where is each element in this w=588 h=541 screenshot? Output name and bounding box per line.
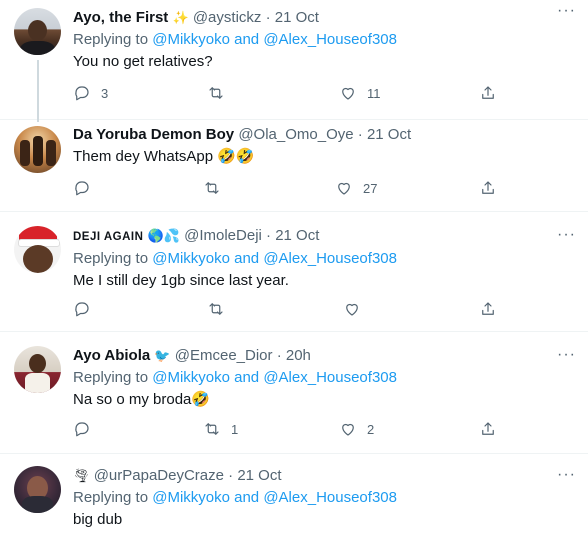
- handle[interactable]: @Ola_Omo_Oye: [238, 126, 353, 143]
- separator: ·: [357, 126, 363, 143]
- replying-to: Replying to @Mikkyoko and @Alex_Houseof3…: [73, 488, 574, 508]
- reply-count: 3: [101, 85, 109, 101]
- avatar[interactable]: [14, 126, 61, 173]
- more-options-icon[interactable]: ···: [557, 346, 576, 364]
- like-button[interactable]: 11: [339, 84, 381, 102]
- share-icon: [482, 181, 494, 194]
- replying-prefix: Replying to: [73, 250, 149, 267]
- separator: ·: [276, 347, 282, 364]
- avatar[interactable]: [14, 346, 61, 393]
- reply-button[interactable]: [73, 300, 91, 318]
- retweet-button[interactable]: 1: [203, 420, 238, 438]
- replying-to: Replying to @Mikkyoko and @Alex_Houseof3…: [73, 368, 574, 388]
- retweet-button[interactable]: [207, 300, 225, 318]
- more-options-icon[interactable]: ···: [557, 226, 576, 244]
- action-bar: 1 2: [73, 420, 503, 442]
- tornado-emoji: 🌪: [73, 468, 90, 483]
- mention-link[interactable]: @Mikkyoko and @Alex_Houseof308: [152, 369, 397, 386]
- tweet-text: You no get relatives?: [73, 53, 213, 70]
- replying-prefix: Replying to: [73, 489, 149, 506]
- mention-link[interactable]: @Mikkyoko and @Alex_Houseof308: [152, 31, 397, 48]
- timestamp[interactable]: 21 Oct: [275, 9, 319, 26]
- avatar[interactable]: [14, 226, 61, 273]
- action-bar: 27: [73, 179, 503, 201]
- retweet-icon: [205, 182, 219, 194]
- display-name[interactable]: Ayo Abiola: [73, 347, 150, 364]
- reply-icon: [75, 86, 89, 101]
- tweet-text: Me I still dey 1gb since last year.: [73, 272, 289, 289]
- display-name[interactable]: Ayo, the First: [73, 9, 168, 26]
- tweet[interactable]: Ayo, the First ✨ @aystickz · 21 Oct Repl…: [0, 0, 588, 122]
- share-button[interactable]: [479, 84, 497, 102]
- mention-link[interactable]: @Mikkyoko and @Alex_Houseof308: [152, 250, 397, 267]
- display-name[interactable]: DEJI AGAIN: [73, 231, 143, 243]
- retweet-icon: [209, 303, 223, 315]
- tweet[interactable]: 🌪 @urPapaDeyCraze · 21 Oct Replying to @…: [0, 454, 588, 541]
- sparkles-emoji: ✨: [172, 10, 189, 25]
- avatar[interactable]: [14, 466, 61, 513]
- heart-icon: [342, 87, 354, 100]
- avatar[interactable]: [14, 8, 61, 55]
- separator: ·: [266, 227, 272, 244]
- like-count: 11: [367, 85, 381, 101]
- timestamp[interactable]: 20h: [286, 347, 311, 364]
- like-count: 27: [363, 180, 378, 196]
- handle[interactable]: @Emcee_Dior: [175, 347, 273, 364]
- retweet-button[interactable]: [207, 84, 235, 102]
- reply-icon: [75, 181, 89, 196]
- timestamp[interactable]: 21 Oct: [367, 126, 411, 143]
- retweet-icon: [205, 423, 219, 435]
- share-button[interactable]: [479, 179, 497, 197]
- retweet-icon: [209, 87, 223, 99]
- replying-prefix: Replying to: [73, 369, 149, 386]
- heart-icon: [338, 182, 350, 195]
- handle[interactable]: @urPapaDeyCraze: [94, 467, 224, 484]
- display-name[interactable]: Da Yoruba Demon Boy: [73, 126, 234, 143]
- thread-line: [37, 60, 39, 122]
- heart-icon: [346, 303, 358, 316]
- tweet[interactable]: Ayo Abiola 🐦 @Emcee_Dior · 20h Replying …: [0, 332, 588, 454]
- replying-to: Replying to @Mikkyoko and @Alex_Houseof3…: [73, 30, 574, 50]
- bird-emoji: 🐦: [154, 348, 171, 363]
- like-button[interactable]: 27: [335, 179, 377, 197]
- replying-to: Replying to @Mikkyoko and @Alex_Houseof3…: [73, 249, 574, 269]
- globe-droplets-emoji: 🌎💦: [147, 228, 180, 243]
- like-count: 2: [367, 421, 375, 437]
- more-options-icon[interactable]: ···: [557, 466, 576, 484]
- share-button[interactable]: [479, 300, 497, 318]
- tweet-text: Na so o my broda🤣: [73, 391, 211, 408]
- reply-button[interactable]: [73, 179, 101, 197]
- share-icon: [482, 302, 494, 315]
- reply-button[interactable]: 3: [73, 84, 108, 102]
- share-button[interactable]: [479, 420, 497, 438]
- timestamp[interactable]: 21 Oct: [275, 227, 319, 244]
- share-icon: [482, 422, 494, 435]
- like-button[interactable]: 2: [339, 420, 374, 438]
- retweet-count: 1: [231, 421, 239, 437]
- action-bar: 3 11: [73, 84, 503, 106]
- reply-button[interactable]: [73, 420, 101, 438]
- tweet[interactable]: DEJI AGAIN 🌎💦 @ImoleDeji · 21 Oct Replyi…: [0, 212, 588, 332]
- tweet[interactable]: Da Yoruba Demon Boy @Ola_Omo_Oye · 21 Oc…: [0, 120, 588, 212]
- heart-icon: [342, 423, 354, 436]
- retweet-button[interactable]: [203, 179, 231, 197]
- replying-prefix: Replying to: [73, 31, 149, 48]
- tweet-text: Them dey WhatsApp 🤣🤣: [73, 148, 255, 165]
- mention-link[interactable]: @Mikkyoko and @Alex_Houseof308: [152, 489, 397, 506]
- like-button[interactable]: [343, 300, 361, 318]
- tweet-text: big dub: [73, 511, 123, 528]
- separator: ·: [265, 9, 271, 26]
- action-bar: [73, 300, 503, 322]
- more-options-icon[interactable]: ···: [557, 2, 576, 20]
- share-icon: [482, 86, 494, 99]
- reply-icon: [75, 302, 89, 317]
- timestamp[interactable]: 21 Oct: [237, 467, 281, 484]
- handle[interactable]: @aystickz: [193, 9, 262, 26]
- reply-icon: [75, 422, 89, 437]
- separator: ·: [228, 467, 234, 484]
- handle[interactable]: @ImoleDeji: [184, 227, 262, 244]
